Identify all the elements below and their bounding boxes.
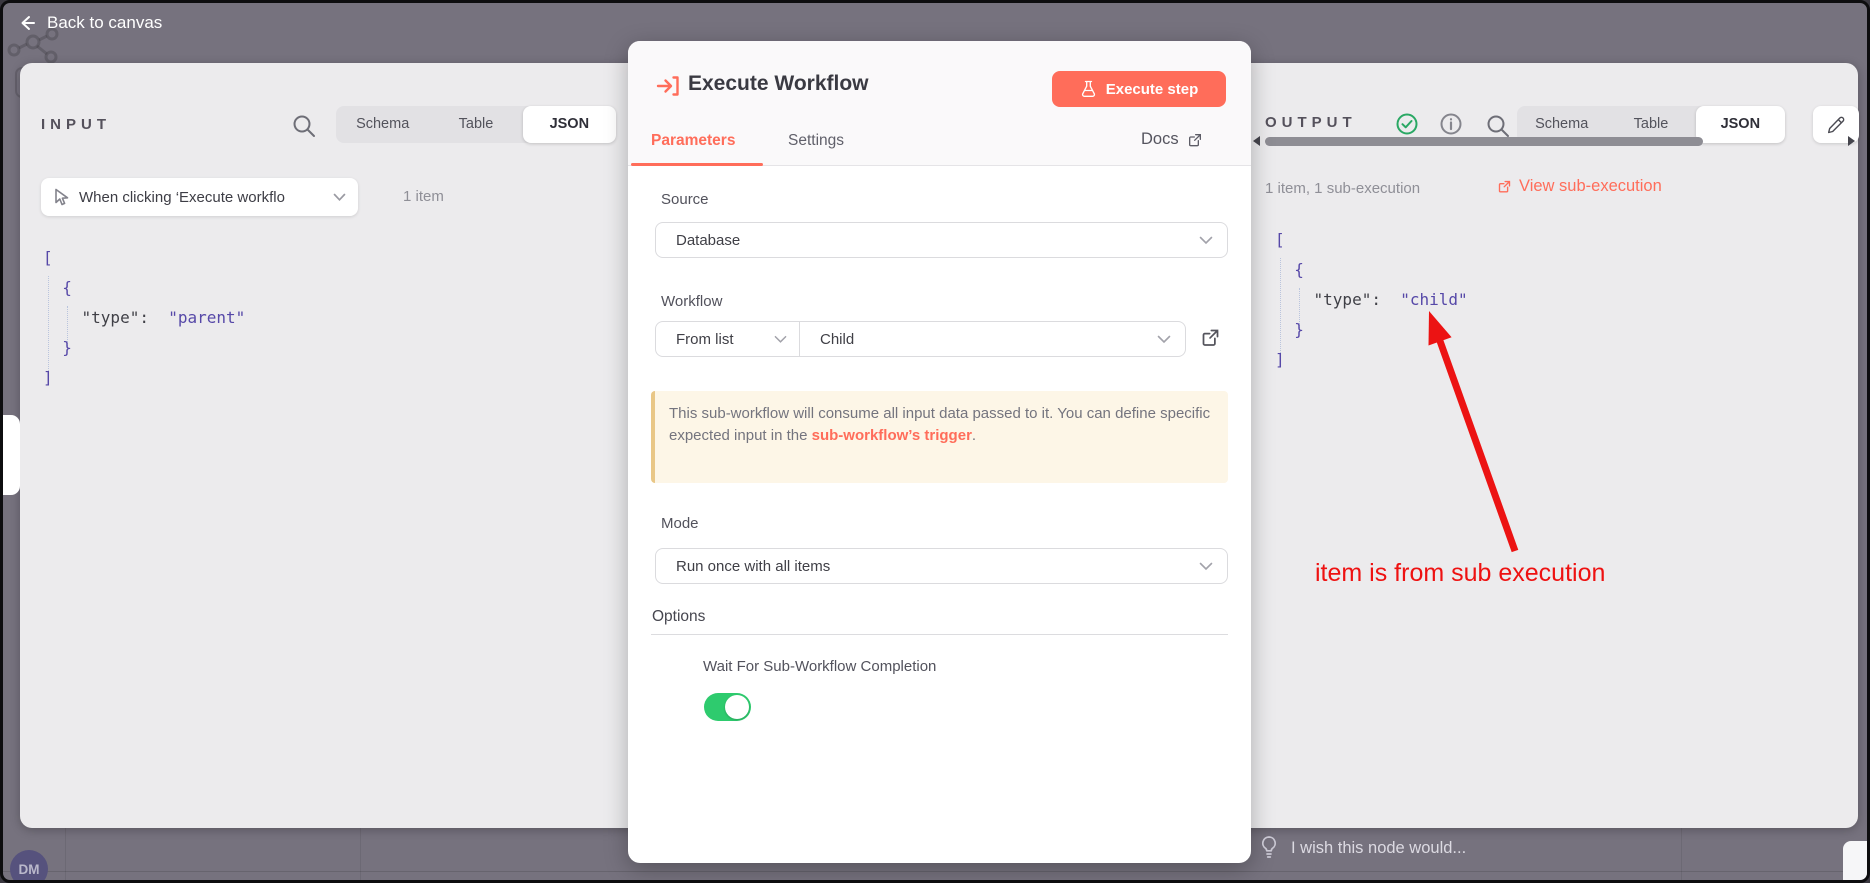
back-to-canvas-button[interactable]: Back to canvas bbox=[17, 13, 162, 33]
view-sub-execution-link[interactable]: View sub-execution bbox=[1497, 177, 1662, 196]
sub-workflow-trigger-link[interactable]: sub-workflow’s trigger bbox=[812, 427, 972, 444]
back-to-canvas-label: Back to canvas bbox=[47, 13, 162, 33]
input-panel-title: INPUT bbox=[41, 116, 111, 133]
panel-drag-handle[interactable] bbox=[3, 415, 20, 495]
external-link-icon bbox=[1187, 132, 1203, 148]
hscroll-right-arrow[interactable] bbox=[1848, 136, 1855, 146]
tab-parameters[interactable]: Parameters bbox=[651, 132, 735, 150]
annotation-text: item is from sub execution bbox=[1315, 559, 1605, 588]
input-json-view: [ { "type": "parent" } ] bbox=[43, 243, 245, 393]
json-line: { bbox=[43, 273, 245, 303]
user-avatar[interactable]: DM bbox=[10, 850, 48, 883]
hscroll-thumb[interactable] bbox=[1265, 137, 1703, 146]
json-line: [ bbox=[43, 243, 245, 273]
json-value: "parent" bbox=[149, 308, 245, 327]
app-window: Back to canvas INPUT Schema Table JSON W… bbox=[0, 0, 1870, 883]
chevron-down-icon bbox=[1157, 335, 1171, 344]
output-panel-title: OUTPUT bbox=[1265, 114, 1357, 131]
source-select-value: Database bbox=[656, 232, 1199, 249]
execute-workflow-node-icon bbox=[655, 73, 681, 99]
source-select[interactable]: Database bbox=[655, 222, 1228, 258]
options-section-label: Options bbox=[652, 608, 705, 626]
output-tab-json[interactable]: JSON bbox=[1696, 106, 1785, 143]
wait-toggle[interactable] bbox=[704, 693, 751, 721]
json-key: "type": bbox=[1275, 290, 1381, 309]
tab-settings[interactable]: Settings bbox=[788, 132, 844, 150]
canvas-gridline bbox=[3, 871, 1870, 872]
json-line: } bbox=[43, 333, 245, 363]
arrow-left-icon bbox=[17, 13, 37, 33]
source-label: Source bbox=[661, 191, 709, 208]
options-divider bbox=[651, 634, 1228, 635]
mode-label: Mode bbox=[661, 515, 699, 532]
annotation-arrow bbox=[1398, 298, 1538, 563]
chevron-down-icon bbox=[1199, 562, 1213, 571]
docs-label: Docs bbox=[1141, 130, 1179, 149]
input-tab-json[interactable]: JSON bbox=[523, 106, 616, 143]
pencil-icon bbox=[1826, 115, 1846, 135]
canvas-control-corner bbox=[1843, 841, 1870, 883]
toggle-knob bbox=[725, 695, 749, 719]
output-search-icon[interactable] bbox=[1485, 113, 1511, 139]
workflow-mode-select[interactable]: From list bbox=[656, 322, 800, 356]
wait-toggle-label: Wait For Sub-Workflow Completion bbox=[703, 658, 936, 675]
view-sub-execution-label: View sub-execution bbox=[1519, 177, 1662, 196]
chevron-down-icon bbox=[1199, 236, 1213, 245]
docs-link[interactable]: Docs bbox=[1141, 130, 1203, 149]
canvas-gridline bbox=[360, 828, 361, 883]
info-icon[interactable] bbox=[1439, 112, 1463, 136]
canvas-logo-ghost-icon bbox=[7, 27, 63, 67]
workflow-label: Workflow bbox=[661, 293, 722, 310]
success-check-icon bbox=[1395, 112, 1419, 136]
notice-suffix: . bbox=[972, 427, 976, 444]
active-tab-underline bbox=[631, 163, 763, 166]
hscroll-left-arrow[interactable] bbox=[1253, 136, 1260, 146]
sub-workflow-notice: This sub-workflow will consume all input… bbox=[651, 391, 1228, 483]
node-title: Execute Workflow bbox=[688, 72, 869, 96]
node-feedback-label: I wish this node would... bbox=[1291, 839, 1466, 858]
json-line: [ bbox=[1275, 225, 1468, 255]
input-tab-table[interactable]: Table bbox=[429, 106, 522, 143]
workflow-name-select[interactable]: Child bbox=[800, 322, 1185, 356]
input-search-icon[interactable] bbox=[291, 113, 317, 139]
input-source-selector[interactable]: When clicking ‘Execute workflo bbox=[41, 178, 358, 216]
canvas-gridline bbox=[1681, 828, 1682, 883]
flask-icon bbox=[1080, 80, 1097, 98]
external-link-icon bbox=[1497, 179, 1512, 194]
canvas-gridline bbox=[65, 828, 66, 883]
chevron-down-icon bbox=[333, 193, 346, 202]
mode-select-value: Run once with all items bbox=[656, 558, 1199, 575]
execute-step-label: Execute step bbox=[1106, 81, 1199, 98]
node-detail-modal: Execute Workflow Execute step Parameters… bbox=[628, 41, 1251, 863]
json-line: { bbox=[1275, 255, 1468, 285]
input-items-count: 1 item bbox=[403, 188, 444, 205]
input-tab-schema[interactable]: Schema bbox=[336, 106, 429, 143]
workflow-mode-value: From list bbox=[656, 331, 774, 348]
json-line: ] bbox=[43, 363, 245, 393]
lightbulb-icon bbox=[1259, 835, 1279, 861]
json-key: "type": bbox=[43, 308, 149, 327]
execute-step-button[interactable]: Execute step bbox=[1052, 71, 1226, 107]
input-source-selector-value: When clicking ‘Execute workflo bbox=[79, 189, 324, 206]
workflow-name-value: Child bbox=[800, 331, 1157, 348]
input-display-mode-tabs: Schema Table JSON bbox=[336, 106, 616, 143]
json-line: "type": "parent" bbox=[43, 303, 245, 333]
output-meta: 1 item, 1 sub-execution bbox=[1265, 180, 1420, 197]
open-workflow-icon[interactable] bbox=[1200, 327, 1221, 348]
cursor-icon bbox=[53, 188, 70, 207]
node-feedback-button[interactable]: I wish this node would... bbox=[1259, 835, 1466, 861]
workflow-field: From list Child bbox=[655, 321, 1186, 357]
mode-select[interactable]: Run once with all items bbox=[655, 548, 1228, 584]
chevron-down-icon bbox=[774, 335, 787, 344]
